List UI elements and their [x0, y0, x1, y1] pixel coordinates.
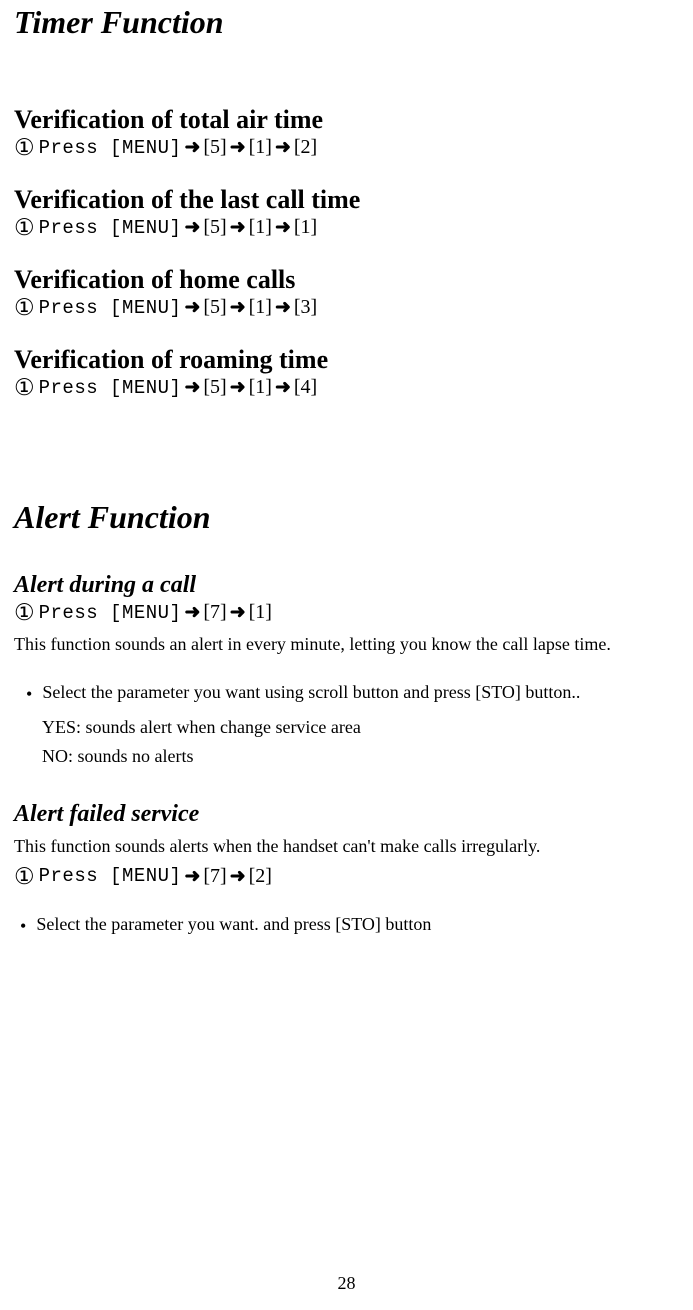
arrow-icon: ➜ — [184, 376, 200, 399]
circled-one-icon: ① — [14, 601, 35, 624]
circled-one-icon: ① — [14, 296, 35, 319]
page-number: 28 — [0, 1273, 693, 1294]
circled-one-icon: ① — [14, 376, 35, 399]
arrow-icon: ➜ — [275, 216, 291, 239]
step-total-air-time: ① Press [MENU] ➜ [5] ➜ [1] ➜ [2] — [14, 136, 679, 159]
arrow-icon: ➜ — [275, 136, 291, 159]
press-menu-text: Press [MENU] — [39, 217, 182, 239]
arrow-icon: ➜ — [184, 296, 200, 319]
arrow-icon: ➜ — [184, 601, 200, 624]
title-timer-function: Timer Function — [14, 4, 679, 41]
heading-alert-during-call: Alert during a call — [14, 572, 679, 599]
step-alert-failed-service: ① Press [MENU] ➜ [7] ➜ [2] — [14, 865, 679, 888]
alert-during-no: NO: sounds no alerts — [42, 746, 679, 767]
circled-one-icon: ① — [14, 216, 35, 239]
arrow-icon: ➜ — [230, 296, 246, 319]
key-5: [5] — [203, 216, 226, 239]
arrow-icon: ➜ — [230, 601, 246, 624]
arrow-icon: ➜ — [184, 865, 200, 888]
arrow-icon: ➜ — [184, 216, 200, 239]
key-2: [2] — [294, 136, 317, 159]
title-alert-function: Alert Function — [14, 499, 679, 536]
key-1: [1] — [249, 216, 272, 239]
arrow-icon: ➜ — [184, 136, 200, 159]
alert-failed-desc: This function sounds alerts when the han… — [14, 834, 679, 858]
alert-failed-bullet: • Select the parameter you want. and pre… — [20, 914, 679, 937]
arrow-icon: ➜ — [275, 376, 291, 399]
step-alert-during-call: ① Press [MENU] ➜ [7] ➜ [1] — [14, 601, 679, 624]
key-1: [1] — [249, 136, 272, 159]
arrow-icon: ➜ — [230, 136, 246, 159]
press-menu-text: Press [MENU] — [39, 297, 182, 319]
press-menu-text: Press [MENU] — [39, 377, 182, 399]
key-4: [4] — [294, 376, 317, 399]
key-5: [5] — [203, 136, 226, 159]
key-3: [3] — [294, 296, 317, 319]
arrow-icon: ➜ — [230, 216, 246, 239]
alert-during-yes: YES: sounds alert when change service ar… — [42, 717, 679, 738]
step-roaming-time: ① Press [MENU] ➜ [5] ➜ [1] ➜ [4] — [14, 376, 679, 399]
key-7: [7] — [203, 601, 226, 624]
heading-roaming-time: Verification of roaming time — [14, 345, 679, 375]
key-2: [2] — [249, 865, 272, 888]
heading-home-calls: Verification of home calls — [14, 265, 679, 295]
press-menu-text: Press [MENU] — [39, 602, 182, 624]
circled-one-icon: ① — [14, 136, 35, 159]
bullet-icon: • — [20, 916, 26, 937]
key-7: [7] — [203, 865, 226, 888]
heading-alert-failed-service: Alert failed service — [14, 801, 679, 828]
bullet-icon: • — [26, 684, 32, 705]
heading-total-air-time: Verification of total air time — [14, 105, 679, 135]
step-last-call-time: ① Press [MENU] ➜ [5] ➜ [1] ➜ [1] — [14, 216, 679, 239]
key-5: [5] — [203, 296, 226, 319]
alert-failed-bullet-text: Select the parameter you want. and press… — [36, 914, 431, 935]
key-1: [1] — [249, 601, 272, 624]
key-5: [5] — [203, 376, 226, 399]
alert-during-bullet: • Select the parameter you want using sc… — [26, 682, 679, 705]
key-1b: [1] — [294, 216, 317, 239]
heading-last-call-time: Verification of the last call time — [14, 185, 679, 215]
arrow-icon: ➜ — [230, 376, 246, 399]
arrow-icon: ➜ — [230, 865, 246, 888]
circled-one-icon: ① — [14, 865, 35, 888]
press-menu-text: Press [MENU] — [39, 137, 182, 159]
key-1: [1] — [249, 296, 272, 319]
alert-during-bullet-text: Select the parameter you want using scro… — [42, 682, 580, 703]
key-1: [1] — [249, 376, 272, 399]
step-home-calls: ① Press [MENU] ➜ [5] ➜ [1] ➜ [3] — [14, 296, 679, 319]
arrow-icon: ➜ — [275, 296, 291, 319]
press-menu-text: Press [MENU] — [39, 865, 182, 887]
alert-during-desc: This function sounds an alert in every m… — [14, 632, 679, 656]
